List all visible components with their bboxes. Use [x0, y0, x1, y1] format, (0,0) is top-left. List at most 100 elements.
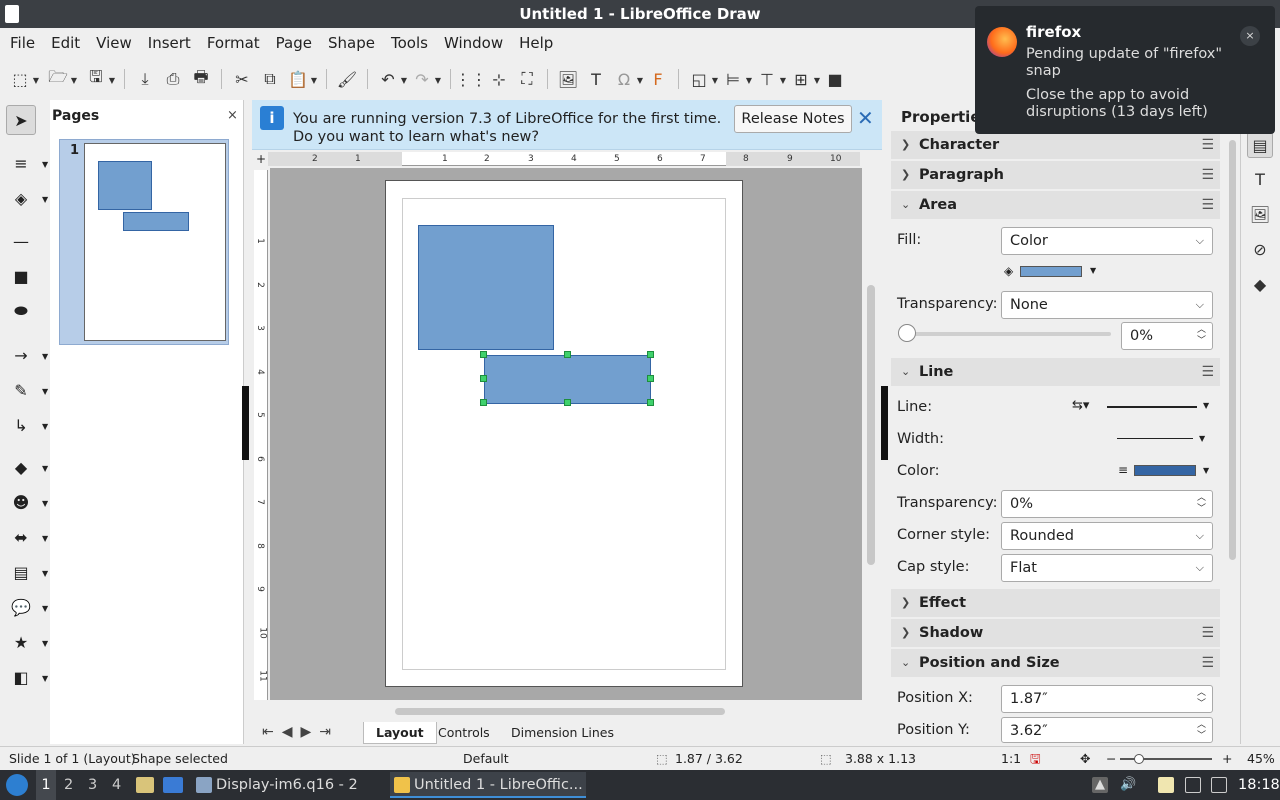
fontwork-icon[interactable]: F: [647, 68, 669, 90]
line-color-caret-icon[interactable]: ▼: [1203, 466, 1209, 475]
save-icon[interactable]: 🖫 ▼: [85, 67, 115, 90]
navigator-deck-icon[interactable]: ⊘: [1247, 236, 1273, 262]
styles-deck-icon[interactable]: T: [1247, 166, 1273, 192]
spin-arrows-icon[interactable]: ︿ ﹀: [1197, 325, 1206, 347]
tray-notification-icon[interactable]: ▲: [1092, 777, 1108, 793]
ruler-corner[interactable]: +: [254, 152, 268, 166]
line-tool-icon[interactable]: —: [6, 226, 36, 256]
pages-pane-collapse-handle[interactable]: [242, 386, 249, 460]
tab-navigation-icons[interactable]: ⇤◀▶⇥: [262, 724, 339, 740]
ellipse-tool-icon[interactable]: ⬬: [6, 296, 36, 326]
line-color-icon[interactable]: ≡ ▼: [6, 148, 48, 178]
helplines-icon[interactable]: ⊹: [488, 68, 510, 90]
fill-type-dropdown[interactable]: Color ⌵: [1001, 227, 1213, 255]
start-menu-icon[interactable]: [6, 774, 28, 796]
selection-handle[interactable]: [647, 351, 654, 358]
vertical-ruler[interactable]: [254, 170, 268, 700]
spin-arrows-icon[interactable]: ︿ ﹀: [1197, 493, 1206, 515]
menu-help[interactable]: Help: [511, 34, 561, 52]
undo-icon[interactable]: ↶ ▼: [377, 68, 407, 90]
export-pdf-icon[interactable]: ⎙: [162, 68, 184, 90]
network-icon[interactable]: [1185, 777, 1201, 793]
transformations-icon[interactable]: ◱ ▼: [688, 68, 718, 90]
section-area[interactable]: ⌄ Area ☰: [891, 191, 1220, 219]
align-objects-icon[interactable]: ⊨ ▼: [722, 68, 752, 90]
stars-banners-icon[interactable]: ★ ▼: [6, 627, 48, 657]
section-paragraph[interactable]: ❯ Paragraph ☰: [891, 161, 1220, 189]
tab-dimension-lines[interactable]: Dimension Lines: [499, 722, 626, 744]
spin-arrows-icon[interactable]: ︿ ﹀: [1197, 720, 1206, 742]
properties-deck-icon[interactable]: ▤: [1247, 132, 1273, 158]
selection-handle[interactable]: [647, 375, 654, 382]
paste-icon[interactable]: 📋 ▼: [287, 68, 317, 90]
3d-objects-icon[interactable]: ◧ ▼: [6, 662, 48, 692]
insert-image-icon[interactable]: 🖼: [557, 68, 579, 90]
menu-file[interactable]: File: [2, 34, 43, 52]
more-options-icon[interactable]: ☰: [1201, 619, 1214, 647]
selection-handle[interactable]: [480, 351, 487, 358]
rectangle-shape-1[interactable]: [418, 225, 554, 350]
menu-view[interactable]: View: [88, 34, 140, 52]
rectangle-shape-2-selected[interactable]: [484, 355, 651, 404]
basic-shapes-icon[interactable]: ◆ ▼: [6, 452, 48, 482]
flowchart-icon[interactable]: ▤ ▼: [6, 557, 48, 587]
selection-handle[interactable]: [480, 399, 487, 406]
more-options-icon[interactable]: ☰: [1201, 649, 1214, 677]
more-options-icon[interactable]: ☰: [1201, 358, 1214, 386]
selection-handle[interactable]: [480, 375, 487, 382]
page-thumbnail[interactable]: [84, 143, 226, 341]
menu-insert[interactable]: Insert: [140, 34, 199, 52]
close-infobar-icon[interactable]: ✕: [857, 106, 874, 130]
transparency-slider[interactable]: [899, 332, 1111, 336]
export-icon[interactable]: ⤓: [134, 68, 156, 90]
menu-window[interactable]: Window: [436, 34, 511, 52]
select-arrow-icon[interactable]: ➤: [6, 105, 36, 135]
print-icon[interactable]: 🖶: [190, 67, 212, 90]
menu-shape[interactable]: Shape: [320, 34, 383, 52]
insert-textbox-icon[interactable]: T: [585, 68, 607, 90]
workspace-1[interactable]: 1: [36, 770, 56, 800]
arrange-icon[interactable]: ⊤ ▼: [756, 68, 786, 90]
zoom-slider-knob[interactable]: [1134, 754, 1144, 764]
section-line[interactable]: ⌄ Line ☰: [891, 358, 1220, 386]
taskbar-clock[interactable]: 18:18: [1238, 770, 1280, 800]
horizontal-scroll-thumb[interactable]: [395, 708, 725, 715]
menu-format[interactable]: Format: [199, 34, 268, 52]
fill-color-icon[interactable]: ◈ ▼: [6, 183, 48, 213]
show-desktop-icon[interactable]: [163, 777, 183, 793]
grid-icon[interactable]: ⋮⋮: [455, 68, 487, 90]
line-transparency-spinbox[interactable]: 0% ︿ ﹀: [1001, 490, 1213, 518]
release-notes-button[interactable]: Release Notes: [734, 105, 852, 133]
transparency-percent-spinbox[interactable]: 0% ︿ ﹀: [1121, 322, 1213, 350]
redo-icon[interactable]: ↷ ▼: [411, 68, 441, 90]
zoom-page-icon[interactable]: ⛶: [516, 68, 538, 90]
taskbar-window-display[interactable]: Display-im6.q16 - 2 wi...: [192, 772, 386, 798]
zoom-in-icon[interactable]: +: [1222, 747, 1232, 771]
line-style-caret-icon[interactable]: ▼: [1203, 401, 1209, 410]
clipboard-icon[interactable]: [1158, 777, 1174, 793]
line-color-swatch[interactable]: [1134, 465, 1196, 476]
workspace-2[interactable]: 2: [64, 770, 73, 800]
taskbar-window-libreoffice[interactable]: Untitled 1 - LibreOffic...: [390, 772, 586, 798]
corner-style-dropdown[interactable]: Rounded ⌵: [1001, 522, 1213, 550]
workspace-3[interactable]: 3: [88, 770, 97, 800]
more-options-icon[interactable]: ☰: [1201, 161, 1214, 189]
volume-icon[interactable]: 🔊: [1120, 777, 1136, 793]
line-style-preview[interactable]: [1107, 406, 1197, 408]
close-notification-icon[interactable]: ×: [1240, 26, 1260, 46]
symbol-shapes-icon[interactable]: ☻ ▼: [6, 487, 49, 517]
vertical-scroll-thumb[interactable]: [867, 285, 875, 565]
special-character-icon[interactable]: Ω ▼: [613, 68, 643, 90]
workspace-4[interactable]: 4: [112, 770, 121, 800]
selection-handle[interactable]: [564, 351, 571, 358]
selection-handle[interactable]: [647, 399, 654, 406]
line-width-preview[interactable]: [1117, 438, 1193, 439]
line-width-caret-icon[interactable]: ▼: [1199, 434, 1205, 443]
section-position-size[interactable]: ⌄ Position and Size ☰: [891, 649, 1220, 677]
rectangle-tool-icon[interactable]: ■: [6, 261, 36, 291]
spin-arrows-icon[interactable]: ︿ ﹀: [1197, 688, 1206, 710]
file-manager-icon[interactable]: [136, 777, 154, 793]
keyboard-icon[interactable]: [1211, 777, 1227, 793]
shapes-deck-icon[interactable]: ◆: [1247, 271, 1273, 297]
shadow-icon[interactable]: ■: [824, 68, 846, 90]
